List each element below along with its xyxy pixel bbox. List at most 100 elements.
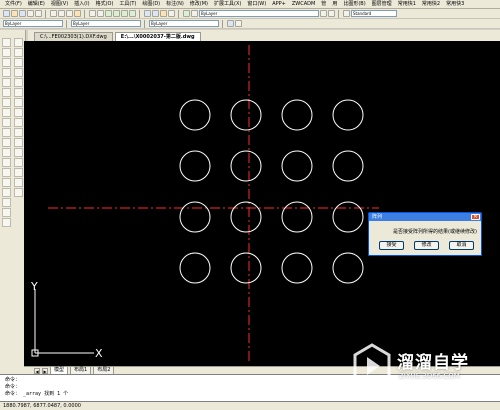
menu-ext-tools[interactable]: 扩展工具(X) [211, 0, 244, 9]
lineweight-combo[interactable]: ByLayer [149, 20, 219, 27]
ellipse-arc-icon[interactable] [2, 138, 11, 147]
mirror-icon[interactable] [14, 58, 23, 67]
tool-palette-icon[interactable] [160, 10, 167, 17]
menu-layer-mgmt[interactable]: 图层管理 [369, 0, 395, 9]
menu-file[interactable]: 文件(F) [2, 0, 25, 9]
array-circle[interactable] [230, 150, 262, 182]
menu-modify[interactable]: 修改(M) [187, 0, 211, 9]
array-circle[interactable] [332, 150, 364, 182]
array-circle[interactable] [230, 99, 262, 131]
cancel-button[interactable]: 取消 [449, 241, 474, 250]
scale-icon[interactable] [14, 108, 23, 117]
plot-style-icon[interactable] [227, 20, 234, 27]
open-icon[interactable] [11, 10, 18, 17]
menu-yong[interactable]: 用 [329, 0, 340, 9]
menu-app[interactable]: APP+ [269, 0, 289, 9]
properties-icon[interactable] [144, 10, 151, 17]
array-circle[interactable] [179, 201, 211, 233]
make-block-icon[interactable] [2, 158, 11, 167]
zoom-prev-icon[interactable] [129, 10, 136, 17]
array-circle[interactable] [332, 252, 364, 284]
new-icon[interactable] [3, 10, 10, 17]
first-layout-icon[interactable]: ◀ [34, 367, 40, 374]
menu-dimension[interactable]: 标注(N) [163, 0, 187, 9]
accept-button[interactable]: 接受 [379, 241, 404, 250]
print-icon[interactable] [27, 10, 34, 17]
linetype-combo[interactable]: ByLayer [71, 20, 141, 27]
menu-compare[interactable]: 比图形(B) [340, 0, 368, 9]
spline-icon[interactable] [2, 118, 11, 127]
break-icon[interactable] [14, 148, 23, 157]
array-icon[interactable] [14, 78, 23, 87]
ellipse-icon[interactable] [2, 128, 11, 137]
stretch-icon[interactable] [14, 118, 23, 127]
array-circle[interactable] [281, 201, 313, 233]
menu-draw[interactable]: 绘图(D) [139, 0, 163, 9]
array-circle[interactable] [281, 99, 313, 131]
region-icon[interactable] [2, 198, 11, 207]
revcloud-icon[interactable] [2, 108, 11, 117]
text-style-combo[interactable]: Standard [351, 10, 397, 17]
zoom-window-icon[interactable] [121, 10, 128, 17]
menu-zwcadm[interactable]: ZWCADM [289, 0, 318, 9]
polyline-icon[interactable] [2, 58, 11, 67]
array-circle[interactable] [281, 252, 313, 284]
array-circle[interactable] [230, 201, 262, 233]
menu-format[interactable]: 格式(O) [93, 0, 117, 9]
rotate-icon[interactable] [14, 98, 23, 107]
menu-window[interactable]: 窗口(W) [244, 0, 269, 9]
extend-icon[interactable] [14, 138, 23, 147]
array-circle[interactable] [179, 99, 211, 131]
layer-state-icon[interactable] [191, 10, 198, 17]
rectangle-icon[interactable] [2, 78, 11, 87]
trim-icon[interactable] [14, 128, 23, 137]
match-prop-icon[interactable] [74, 10, 81, 17]
array-circle[interactable] [281, 150, 313, 182]
arc-icon[interactable] [2, 88, 11, 97]
modify-button[interactable]: 修改 [414, 241, 439, 250]
array-circle[interactable] [230, 252, 262, 284]
paste-icon[interactable] [66, 10, 73, 17]
erase-icon[interactable] [14, 38, 23, 47]
menu-insert[interactable]: 插入(I) [71, 0, 92, 9]
layer-prev-icon[interactable] [328, 10, 335, 17]
design-center-icon[interactable] [152, 10, 159, 17]
dialog-titlebar[interactable]: 阵列 ✕ [369, 213, 481, 221]
menu-quick2[interactable]: 常用快2 [419, 0, 443, 9]
array-circle[interactable] [179, 150, 211, 182]
save-icon[interactable] [19, 10, 26, 17]
redo-icon[interactable] [97, 10, 104, 17]
cut-icon[interactable] [50, 10, 57, 17]
style-icon[interactable] [343, 10, 350, 17]
close-icon[interactable]: ✕ [471, 214, 480, 220]
pan-icon[interactable] [105, 10, 112, 17]
explode-icon[interactable] [14, 188, 23, 197]
move-icon[interactable] [14, 88, 23, 97]
array-circle[interactable] [332, 99, 364, 131]
menu-view[interactable]: 视图(V) [48, 0, 71, 9]
array-circle[interactable] [332, 201, 364, 233]
color-combo[interactable]: ByLayer [3, 20, 63, 27]
offset-icon[interactable] [14, 68, 23, 77]
join-icon[interactable] [14, 158, 23, 167]
menu-quick1[interactable]: 常用快1 [395, 0, 419, 9]
circle-icon[interactable] [2, 98, 11, 107]
array-circle[interactable] [179, 252, 211, 284]
menu-quick3[interactable]: 常用快3 [443, 0, 467, 9]
construction-line-icon[interactable] [2, 48, 11, 57]
copy-object-icon[interactable] [14, 48, 23, 57]
menu-tools[interactable]: 工具(T) [116, 0, 139, 9]
polygon-icon[interactable] [2, 68, 11, 77]
menu-guan[interactable]: 管 [318, 0, 329, 9]
chamfer-icon[interactable] [14, 168, 23, 177]
dim-style-icon[interactable] [235, 20, 242, 27]
copy-icon[interactable] [58, 10, 65, 17]
gradient-icon[interactable] [2, 188, 11, 197]
layer-combo[interactable]: ByLayer [199, 10, 319, 17]
drawing-canvas[interactable]: Y X [24, 41, 500, 366]
tab-doc-1[interactable]: C:\...FE002303(1).DXF.dwg [34, 32, 113, 41]
table-icon[interactable] [2, 208, 11, 217]
fillet-icon[interactable] [14, 178, 23, 187]
help-icon[interactable] [168, 10, 175, 17]
line-icon[interactable] [2, 38, 11, 47]
